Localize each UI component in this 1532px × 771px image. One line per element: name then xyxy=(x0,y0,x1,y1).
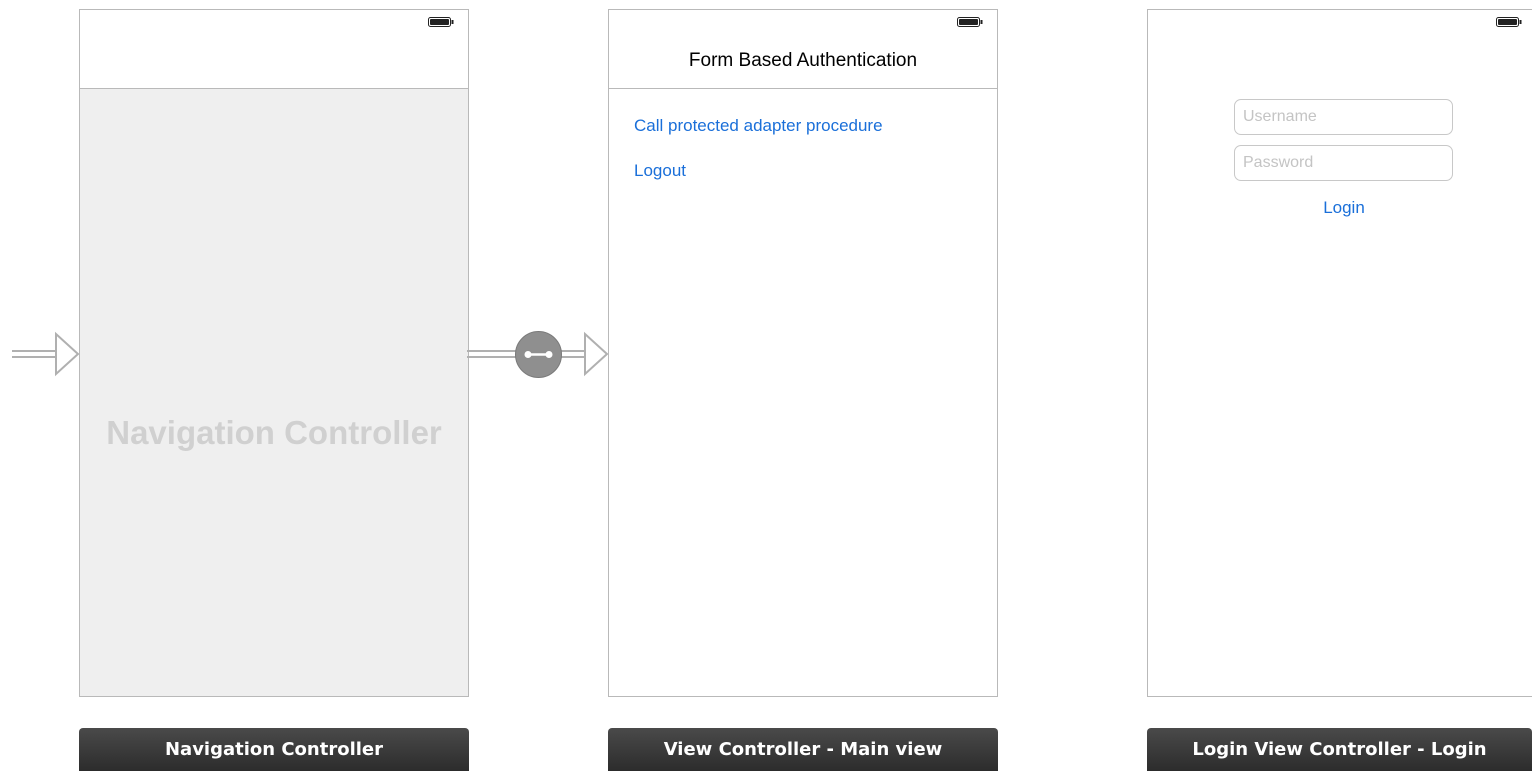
battery-icon xyxy=(1496,17,1522,27)
navigation-bar xyxy=(80,10,468,89)
battery-icon xyxy=(957,17,983,27)
login-view-label[interactable]: Login View Controller - Login xyxy=(1147,728,1532,771)
navigation-controller-scene[interactable]: Navigation Controller xyxy=(79,9,469,697)
navigation-bar: Form Based Authentication xyxy=(609,10,997,89)
password-placeholder: Password xyxy=(1243,154,1314,171)
nav-title: Form Based Authentication xyxy=(688,50,918,71)
call-protected-adapter-button[interactable]: Call protected adapter procedure xyxy=(634,116,883,136)
navigation-controller-label[interactable]: Navigation Controller xyxy=(79,728,469,771)
main-view-scene[interactable]: Form Based Authentication Call protected… xyxy=(608,9,998,697)
navigation-controller-placeholder: Navigation Controller xyxy=(106,414,442,451)
segue-push-icon[interactable] xyxy=(514,330,563,379)
login-button[interactable]: Login xyxy=(1152,198,1532,218)
password-field[interactable]: Password xyxy=(1234,145,1453,181)
logout-button[interactable]: Logout xyxy=(634,161,686,181)
username-field[interactable]: Username xyxy=(1234,99,1453,135)
username-placeholder: Username xyxy=(1243,108,1317,125)
initial-arrow-icon xyxy=(12,331,80,377)
battery-icon xyxy=(428,17,454,27)
login-view-scene[interactable]: Username Password Login xyxy=(1147,9,1532,697)
navigation-controller-body: Navigation Controller xyxy=(80,89,468,696)
main-view-label[interactable]: View Controller - Main view xyxy=(608,728,998,771)
